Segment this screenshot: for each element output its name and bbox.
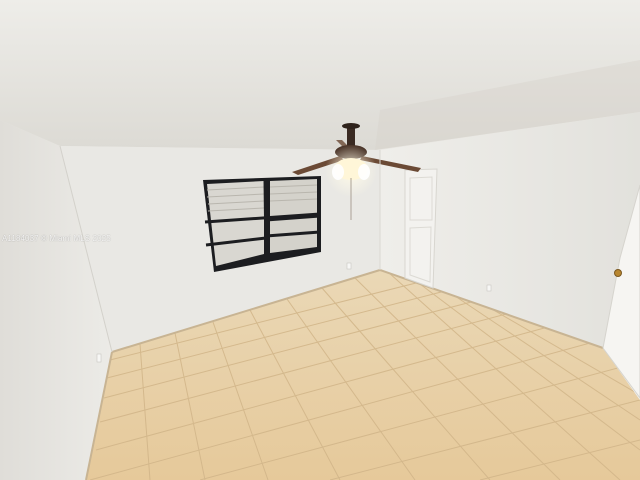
outlet-right [486,284,492,292]
closet-door [404,168,438,289]
door-knob [614,269,622,277]
window-blinds-left [207,181,264,266]
outlet-left [96,353,102,363]
watermark-text: A1184037 © Miami MLS 2025 [2,234,111,243]
outlet-back [346,262,352,270]
